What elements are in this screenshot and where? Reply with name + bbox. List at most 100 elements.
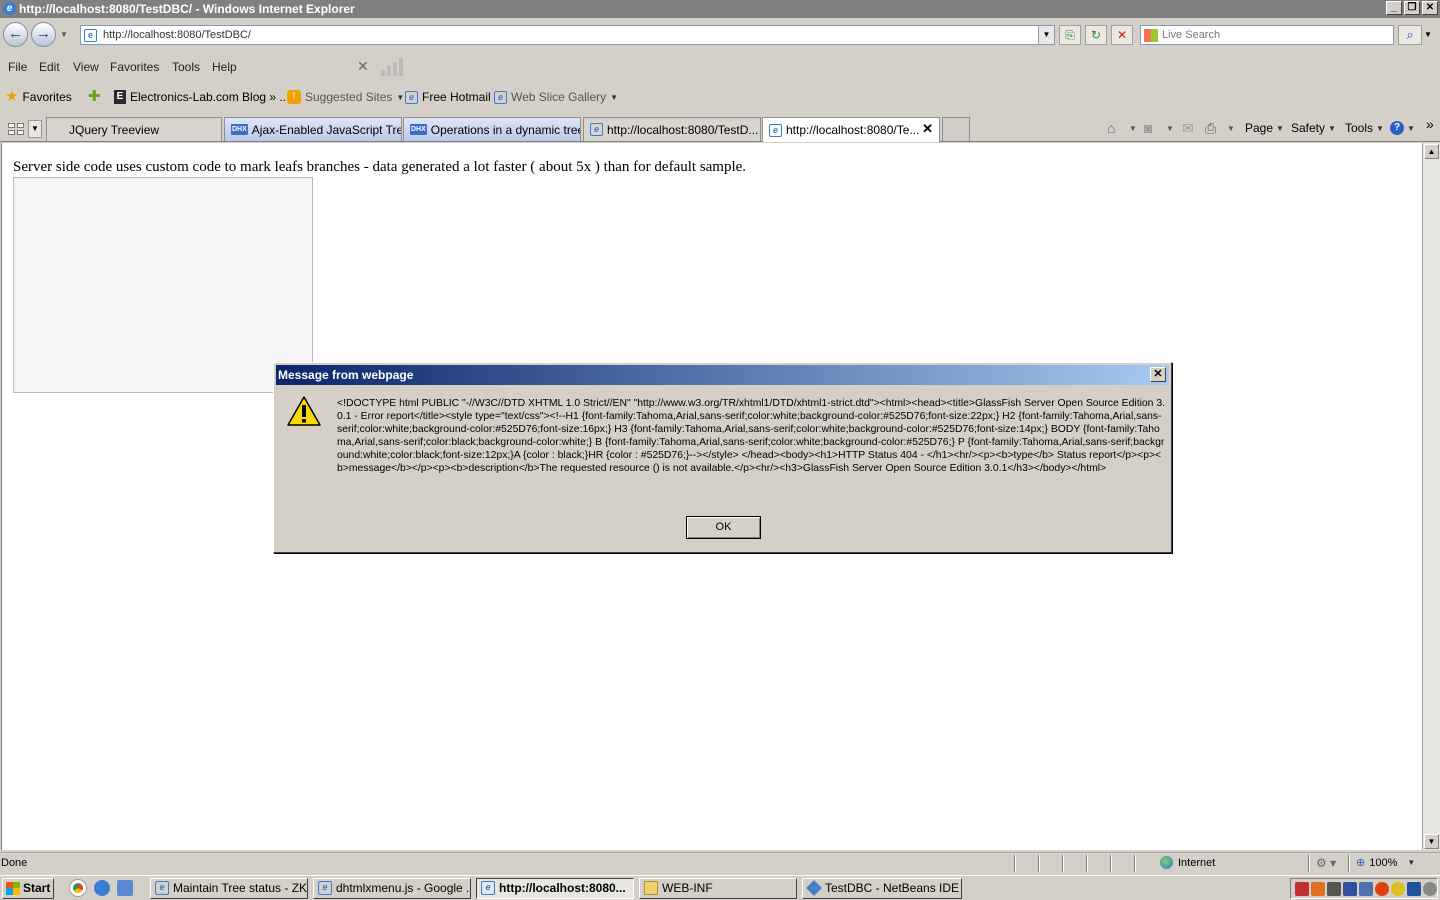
home-icon[interactable]: ⌂: [1107, 120, 1115, 136]
zoom-control[interactable]: ⊕ 100% ▼: [1356, 856, 1416, 870]
ie-launch-icon[interactable]: [94, 880, 110, 896]
tray-app-icon[interactable]: [1391, 882, 1405, 896]
minimize-button[interactable]: _: [1386, 1, 1402, 15]
address-input[interactable]: http://localhost:8080/TestDBC/: [103, 29, 251, 41]
address-dropdown-icon[interactable]: ▼: [1038, 26, 1054, 44]
page-menu-button[interactable]: Page ▼: [1245, 121, 1284, 135]
chevron-down-icon: ▼: [610, 92, 619, 102]
favorite-link-blog[interactable]: E Electronics-Lab.com Blog » ...: [114, 90, 289, 104]
restore-button[interactable]: ❐: [1404, 1, 1420, 15]
chrome-icon[interactable]: [70, 880, 86, 896]
favorite-link-web-slice-gallery[interactable]: e Web Slice Gallery ▼: [494, 90, 618, 104]
menu-close-icon[interactable]: ✕: [357, 58, 369, 75]
quick-tabs-icon[interactable]: [4, 119, 26, 139]
tray-java-icon[interactable]: [1311, 882, 1325, 896]
navigation-bar: ← → ▼ e http://localhost:8080/TestDBC/ ▼…: [0, 18, 1440, 54]
zone-label: Internet: [1178, 856, 1216, 869]
chevron-down-icon: ▼: [1407, 123, 1415, 133]
help-menu-button[interactable]: ? ▼: [1390, 121, 1415, 135]
page-menu-label: Page: [1245, 121, 1274, 135]
page-description: Server side code uses custom code to mar…: [13, 159, 747, 175]
vertical-scrollbar[interactable]: ▲ ▼: [1422, 143, 1440, 850]
menu-bar: File Edit View Favorites Tools Help ✕: [0, 56, 1440, 78]
scroll-up-icon[interactable]: ▲: [1424, 144, 1439, 159]
start-button[interactable]: Start: [2, 878, 54, 899]
tab-localhost-1[interactable]: e http://localhost:8080/TestD...: [583, 117, 761, 141]
compatibility-view-button[interactable]: ⎘: [1059, 25, 1081, 45]
hotmail-label: Free Hotmail: [422, 90, 491, 104]
taskbar-item-localhost[interactable]: e http://localhost:8080...: [476, 878, 634, 899]
tools-menu-button[interactable]: Tools ▼: [1345, 121, 1384, 135]
search-input[interactable]: Live Search: [1162, 29, 1220, 41]
taskbar-item-dhtmlxmenu[interactable]: e dhtmlxmenu.js - Google ...: [313, 878, 471, 899]
print-icon[interactable]: ⎙: [1205, 120, 1216, 137]
back-button[interactable]: ←: [3, 22, 28, 47]
web-slice-label: Web Slice Gallery: [511, 90, 607, 104]
chevron-down-icon[interactable]: ▼: [1166, 124, 1174, 133]
show-desktop-icon[interactable]: [117, 880, 133, 896]
network-icon[interactable]: [1343, 882, 1357, 896]
favorites-label: Favorites: [22, 90, 72, 104]
search-icon[interactable]: ⌕: [1398, 25, 1422, 45]
signal-bars-icon: [381, 58, 403, 76]
tray-app-icon[interactable]: [1295, 882, 1309, 896]
menu-favorites[interactable]: Favorites: [110, 60, 159, 74]
ie-page-icon: e: [318, 881, 332, 895]
tray-app-icon[interactable]: [1423, 882, 1437, 896]
protected-mode-icon[interactable]: ⚙ ▾: [1316, 856, 1336, 870]
tree-container[interactable]: [13, 177, 313, 393]
chevron-down-icon[interactable]: ▼: [1227, 124, 1235, 133]
feeds-icon[interactable]: ◙: [1144, 120, 1152, 136]
zoom-level: 100%: [1369, 856, 1398, 869]
chevron-down-icon: ▼: [1407, 858, 1416, 867]
ok-button[interactable]: OK: [686, 516, 761, 539]
menu-edit[interactable]: Edit: [39, 60, 60, 74]
tab-list-chevron-icon[interactable]: ▼: [28, 120, 42, 138]
menu-tools[interactable]: Tools: [172, 60, 200, 74]
add-favorites-button[interactable]: ✚: [88, 89, 101, 104]
favorite-link-suggested-sites[interactable]: ! Suggested Sites ▼: [287, 90, 404, 104]
taskbar: Start e Maintain Tree status - ZK... e d…: [0, 875, 1440, 900]
search-box[interactable]: Live Search: [1140, 25, 1394, 45]
tab-dynamic-tree[interactable]: DHX Operations in a dynamic tree: [403, 117, 581, 141]
mail-icon[interactable]: ✉: [1182, 120, 1194, 137]
favorite-link-hotmail[interactable]: e Free Hotmail: [405, 90, 491, 104]
chevron-down-icon: ▼: [1328, 123, 1336, 133]
security-zone[interactable]: Internet: [1160, 856, 1215, 869]
search-options-chevron-icon[interactable]: ▼: [1424, 30, 1432, 39]
status-divider: [1348, 855, 1350, 872]
toolbar-overflow-icon[interactable]: »: [1426, 116, 1434, 132]
favorites-button[interactable]: ★ Favorites: [5, 88, 72, 105]
star-icon: ★: [5, 88, 19, 105]
dialog-close-button[interactable]: ✕: [1150, 367, 1166, 382]
taskbar-item-netbeans[interactable]: TestDBC - NetBeans IDE ...: [802, 878, 962, 899]
new-tab-button[interactable]: [942, 117, 970, 141]
tray-app-icon[interactable]: [1359, 882, 1373, 896]
chevron-down-icon: ▼: [1276, 123, 1284, 133]
refresh-button[interactable]: ↻: [1085, 25, 1107, 45]
taskbar-item-zk[interactable]: e Maintain Tree status - ZK...: [150, 878, 308, 899]
chevron-down-icon[interactable]: ▼: [1129, 124, 1137, 133]
suggested-sites-icon: !: [287, 90, 301, 104]
tray-app-icon[interactable]: [1407, 882, 1421, 896]
safety-menu-button[interactable]: Safety ▼: [1291, 121, 1336, 135]
windows-logo-icon: [6, 882, 20, 895]
taskbar-item-web-inf[interactable]: WEB-INF: [639, 878, 797, 899]
tab-ajax-tree[interactable]: DHX Ajax-Enabled JavaScript Tre...: [224, 117, 402, 141]
forward-button[interactable]: →: [31, 22, 56, 47]
stop-button[interactable]: ✕: [1111, 25, 1133, 45]
status-divider: [1038, 855, 1040, 872]
recent-pages-chevron-icon[interactable]: ▼: [60, 30, 68, 39]
scroll-down-icon[interactable]: ▼: [1424, 834, 1439, 849]
menu-view[interactable]: View: [73, 60, 99, 74]
close-tab-icon[interactable]: ✕: [922, 118, 933, 140]
volume-icon[interactable]: [1327, 882, 1341, 896]
firefox-icon[interactable]: [1375, 882, 1389, 896]
menu-help[interactable]: Help: [212, 60, 237, 74]
tab-localhost-active[interactable]: e http://localhost:8080/Te... ✕: [762, 117, 940, 142]
close-window-button[interactable]: ✕: [1422, 1, 1438, 15]
tab-jquery-treeview[interactable]: JQuery Treeview: [46, 117, 222, 141]
menu-file[interactable]: File: [8, 60, 27, 74]
address-bar[interactable]: e http://localhost:8080/TestDBC/ ▼: [80, 25, 1055, 45]
task-label: http://localhost:8080...: [499, 881, 626, 895]
